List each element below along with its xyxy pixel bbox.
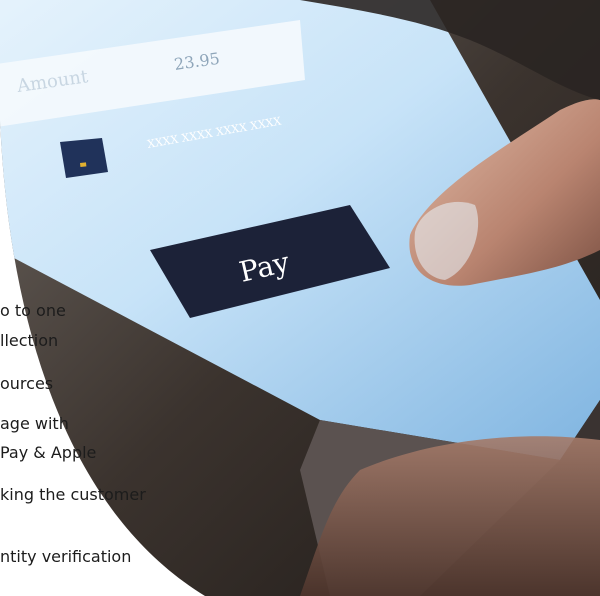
payment-photo: Amount 23.95 XXXX XXXX XXXX XXXX Pay (0, 0, 600, 596)
feature-text-2: llection (0, 331, 59, 350)
feature-text-6: king the customer (0, 485, 146, 504)
feature-text-7: ntity verification (0, 547, 132, 566)
credit-card-icon (60, 138, 108, 178)
feature-text-3: ources (0, 374, 54, 393)
feature-text-1: o to one (0, 301, 66, 320)
feature-text-4: age with (0, 414, 69, 433)
feature-text-5: Pay & Apple (0, 443, 97, 462)
